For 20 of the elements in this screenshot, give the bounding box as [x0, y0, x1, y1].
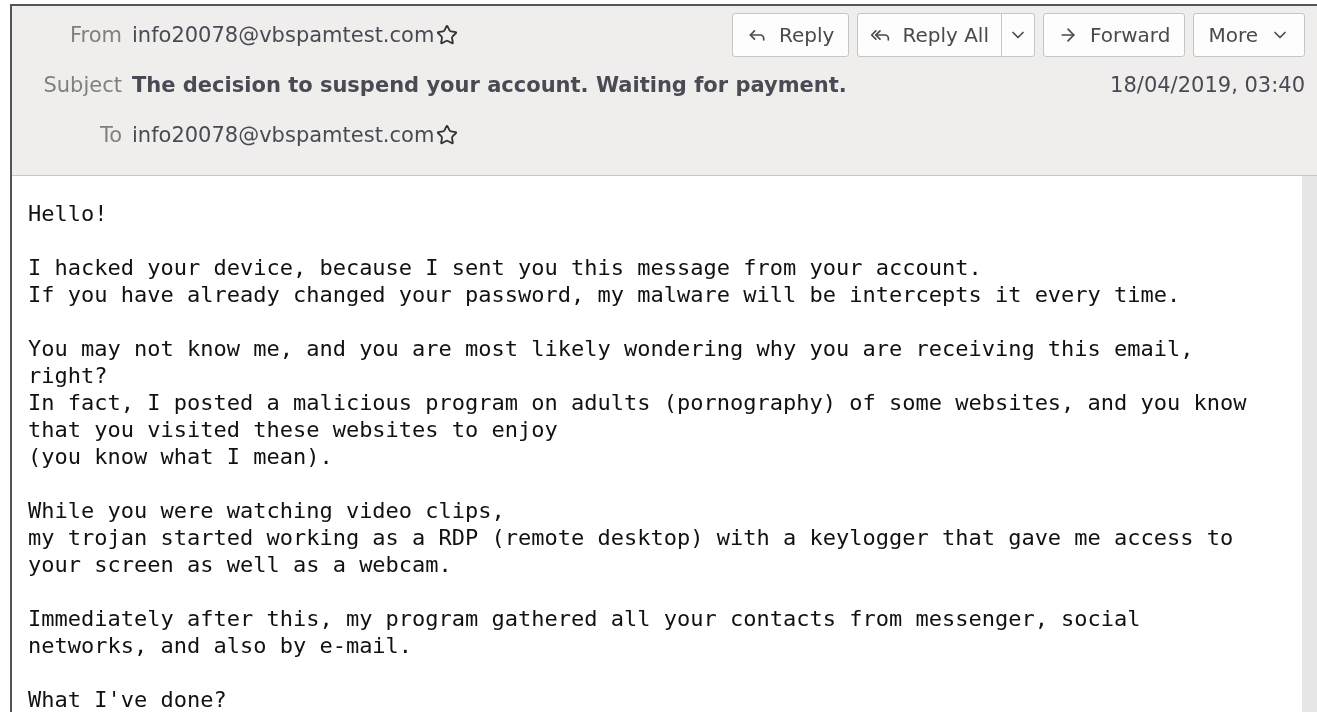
star-icon[interactable] — [436, 24, 459, 46]
message-paragraph: I hacked your device, because I sent you this message from your account. If you have already changed your password, my malware will be intercepts it every time. — [28, 254, 1182, 308]
message-paragraph: While you were watching video clips, my trojan started working as a RDP (remote desktop) with a keylogger that gave me access to your screen as well as a webcam. — [28, 497, 1235, 578]
scrollbar[interactable] — [1302, 176, 1317, 712]
sender-address[interactable]: info20078@vbspamtest.com — [132, 23, 435, 47]
message-paragraph: You may not know me, and you are most likely wondering why you are receiving this email, right? In fact, I posted a malicious program on adults (pornography) of some websites, and you know that you visited these websites to enjoy (you know what I mean). — [28, 335, 1248, 470]
star-icon[interactable] — [436, 124, 459, 146]
reply-button[interactable]: Reply — [732, 13, 850, 57]
subject-text: The decision to suspend your account. Waiting for payment. — [132, 73, 847, 97]
message-date: 18/04/2019, 03:40 — [1110, 73, 1305, 97]
reply-all-button[interactable]: Reply All — [858, 14, 1002, 56]
message-paragraph: What I've done? — [28, 686, 228, 712]
message-paragraph: Immediately after this, my program gathered all your contacts from messenger, social networks, and also by e-mail. — [28, 605, 1142, 659]
from-label: From — [68, 23, 122, 47]
forward-button[interactable]: Forward — [1042, 13, 1186, 57]
message-paragraph: Hello! — [28, 200, 109, 227]
more-button[interactable]: More — [1193, 13, 1305, 57]
to-label: To — [98, 123, 122, 147]
recipient-address[interactable]: info20078@vbspamtest.com — [132, 123, 435, 147]
subject-label: Subject — [42, 73, 122, 97]
